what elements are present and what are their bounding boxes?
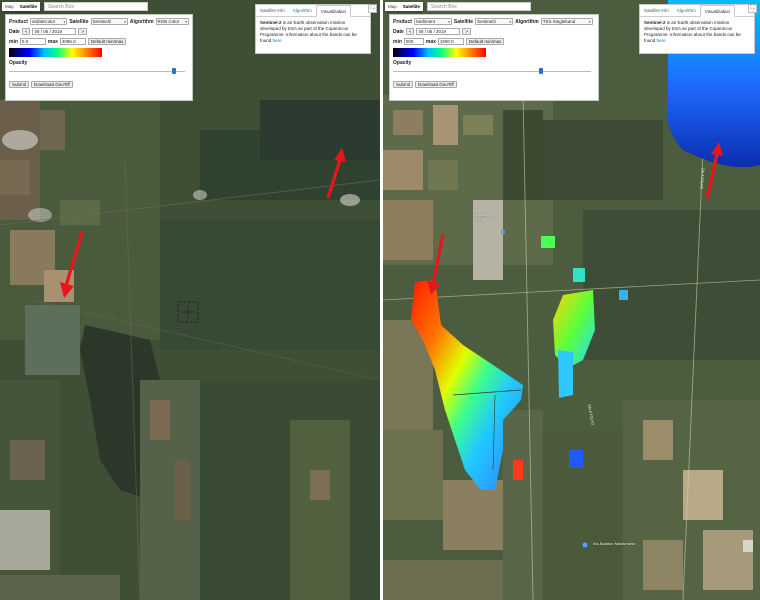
min-label: min: [9, 38, 18, 45]
satellite-select[interactable]: Sentinel2 ▾: [90, 18, 128, 25]
min-input[interactable]: 000: [403, 38, 424, 45]
max-label: max: [47, 38, 58, 45]
min-label: min: [393, 38, 402, 45]
color-legend-bar: [393, 48, 486, 57]
fullscreen-icon[interactable]: ⛶: [748, 4, 757, 13]
tab-algorithm[interactable]: Algorithm: [289, 5, 316, 16]
tab-visualization[interactable]: Visualization: [699, 5, 735, 17]
date-input[interactable]: 08 / 06 / 2019: [32, 28, 77, 35]
chevron-down-icon: ▾: [448, 20, 450, 24]
right-map-pane[interactable]: Zalaszent-mihály Kis-Balaton Madárvárta …: [383, 0, 760, 600]
date-label: Date: [9, 28, 20, 35]
chevron-down-icon: ▾: [185, 20, 188, 24]
info-body-title: Sentinel-2: [260, 20, 282, 25]
control-panel: Product Sediment ▾ Satellite Sentinel2 ▾ A…: [389, 14, 599, 101]
map-type-satellite[interactable]: Satellite: [17, 2, 40, 11]
default-minmax-button[interactable]: Default min/max: [87, 38, 127, 45]
info-body-link[interactable]: here: [273, 38, 282, 43]
info-body: Sentinel-2 is an Earth observation missi…: [256, 17, 370, 47]
download-geotiff-button[interactable]: Download GeoTiff: [31, 81, 73, 88]
date-label: Date: [393, 28, 404, 35]
opacity-slider[interactable]: [9, 68, 185, 74]
map-type-toggle: Map Satellite: [2, 2, 41, 11]
bird-reserve-map-label: Kis-Balaton Madárvárta: [593, 541, 635, 546]
algorithm-select-value: TSS Singleband: [542, 19, 576, 24]
product-select[interactable]: visibleColor ▾: [29, 18, 68, 25]
algorithm-select[interactable]: RGB Color ▾: [155, 18, 190, 25]
date-prev-button[interactable]: <: [21, 28, 31, 35]
airfield-map-label: Zalaszent-mihály: [475, 212, 494, 222]
product-select[interactable]: Sediment ▾: [413, 18, 452, 25]
submit-button[interactable]: Submit: [393, 81, 414, 88]
max-input[interactable]: 1500.0: [437, 38, 464, 45]
tab-visualization[interactable]: Visualization: [315, 5, 351, 17]
satellite-label: Satellite: [453, 18, 474, 25]
control-panel: Product visibleColor ▾ Satellite Sentinel…: [5, 14, 193, 101]
algorithm-label: Algorithm: [515, 18, 539, 25]
opacity-slider-thumb[interactable]: [538, 68, 543, 74]
opacity-slider-track: [9, 71, 185, 72]
red-arrow-annotation-left-1: [58, 230, 88, 300]
tab-satellite-info[interactable]: Satellite Info: [256, 5, 289, 16]
chevron-down-icon: ▾: [509, 20, 512, 24]
info-body: Sentinel-2 is an Earth observation missi…: [640, 17, 754, 47]
info-body-title: Sentinel-2: [644, 20, 666, 25]
map-type-map[interactable]: Map: [2, 2, 17, 11]
opacity-label: Opacity: [9, 60, 28, 66]
opacity-slider-track: [393, 71, 591, 72]
tab-algorithm[interactable]: Algorithm: [673, 5, 700, 16]
default-minmax-button[interactable]: Default min/max: [465, 38, 505, 45]
download-geotiff-button[interactable]: Download GeoTiff: [415, 81, 457, 88]
date-input[interactable]: 08 / 06 / 2019: [416, 28, 461, 35]
chevron-down-icon: ▾: [588, 20, 591, 24]
product-select-value: Sediment: [415, 19, 435, 24]
satellite-select[interactable]: Sentinel2 ▾: [475, 18, 514, 25]
opacity-label: Opacity: [393, 60, 412, 66]
opacity-slider-thumb[interactable]: [172, 68, 177, 74]
chevron-down-icon: ▾: [63, 20, 66, 24]
info-body-link[interactable]: here: [657, 38, 666, 43]
search-input[interactable]: Search Box: [427, 2, 531, 11]
color-legend-bar: [9, 48, 102, 57]
algorithm-select-value: RGB Color: [157, 19, 180, 24]
info-panel: Satellite Info Algorithm Visualization S…: [639, 4, 755, 54]
info-panel: Satellite Info Algorithm Visualization S…: [255, 4, 371, 54]
map-type-map[interactable]: Map: [385, 2, 400, 11]
max-label: max: [425, 38, 436, 45]
search-input[interactable]: Search Box: [44, 2, 148, 11]
algorithm-label: Algorithm: [129, 18, 154, 25]
product-label: Product: [9, 18, 28, 25]
date-next-button[interactable]: >: [78, 28, 88, 35]
date-prev-button[interactable]: <: [405, 28, 415, 35]
red-arrow-annotation-left-2: [322, 148, 348, 200]
min-input[interactable]: 0.0: [19, 38, 46, 45]
submit-button[interactable]: Submit: [9, 81, 30, 88]
satellite-label: Satellite: [69, 18, 89, 25]
map-type-toggle: Map Satellite: [385, 2, 424, 11]
satellite-select-value: Sentinel2: [477, 19, 496, 24]
tab-satellite-info[interactable]: Satellite Info: [640, 5, 673, 16]
max-input[interactable]: 4096.0: [59, 38, 86, 45]
red-arrow-annotation-right-2: [701, 142, 727, 200]
red-arrow-annotation-right-1: [425, 232, 449, 296]
map-type-satellite[interactable]: Satellite: [400, 2, 423, 11]
product-label: Product: [393, 18, 412, 25]
date-next-button[interactable]: >: [462, 28, 472, 35]
opacity-slider[interactable]: [393, 68, 591, 74]
satellite-select-value: Sentinel2: [92, 19, 112, 24]
algorithm-select[interactable]: TSS Singleband ▾: [540, 18, 593, 25]
product-select-value: visibleColor: [31, 19, 56, 24]
chevron-down-icon: ▾: [124, 20, 126, 24]
fullscreen-icon[interactable]: ⛶: [368, 4, 377, 13]
left-map-pane[interactable]: Map Satellite Search Box Product visible…: [0, 0, 380, 600]
